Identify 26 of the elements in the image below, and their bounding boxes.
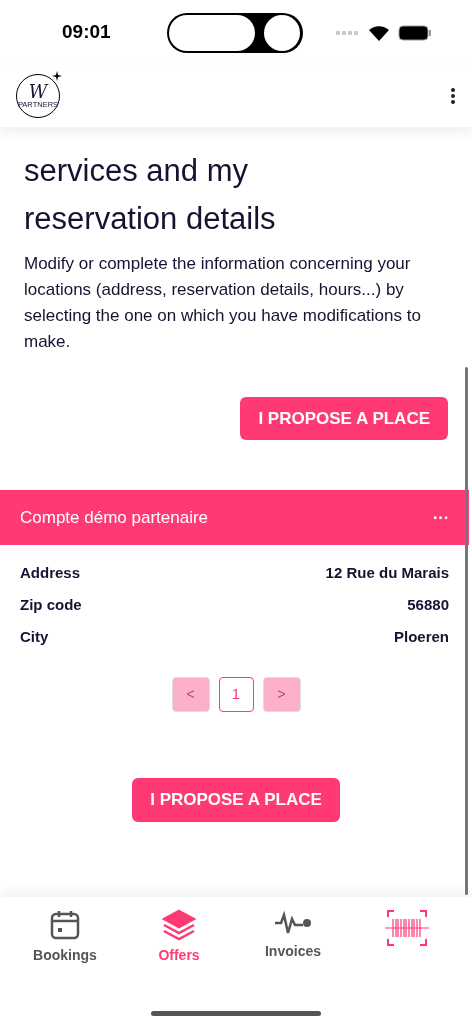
card-header[interactable]: Compte démo partenaire ···: [0, 490, 469, 545]
wifi-icon: [368, 24, 390, 41]
sparkle-icon: [52, 71, 62, 81]
page-title: services and my: [24, 152, 249, 190]
barcode-scanner-icon: [384, 909, 430, 947]
field-label: Address: [20, 562, 81, 583]
card-menu[interactable]: ···: [433, 505, 449, 530]
field-value: 56880: [407, 594, 449, 615]
propose-place-button[interactable]: I PROPOSE A PLACE: [132, 778, 340, 822]
field-value: Ploeren: [393, 626, 449, 647]
page-button[interactable]: 1: [218, 677, 254, 712]
page-title: reservation details: [24, 200, 277, 238]
field-label: City: [20, 626, 49, 647]
field-value: 12 Rue du Marais: [325, 562, 449, 583]
tab-bar-item[interactable]: Offers: [129, 909, 229, 966]
calendar-icon: [49, 909, 81, 941]
propose-place-button[interactable]: I PROPOSE A PLACE: [240, 397, 448, 440]
tab-bar-item[interactable]: Bookings: [15, 909, 115, 966]
tab-bar-item[interactable]: Invoices: [243, 909, 343, 966]
battery-icon: [398, 24, 432, 41]
status-time: 09:01: [62, 20, 111, 45]
signal-icon: [336, 29, 360, 36]
layers-icon: [162, 909, 196, 941]
field-label: Zip code: [20, 594, 82, 615]
more-icon[interactable]: [450, 87, 456, 105]
intro-text: Modify or complete the information concerning your locations (address, reservation details, hours...) by selecting the one on which you have modifications to make.: [24, 253, 422, 353]
